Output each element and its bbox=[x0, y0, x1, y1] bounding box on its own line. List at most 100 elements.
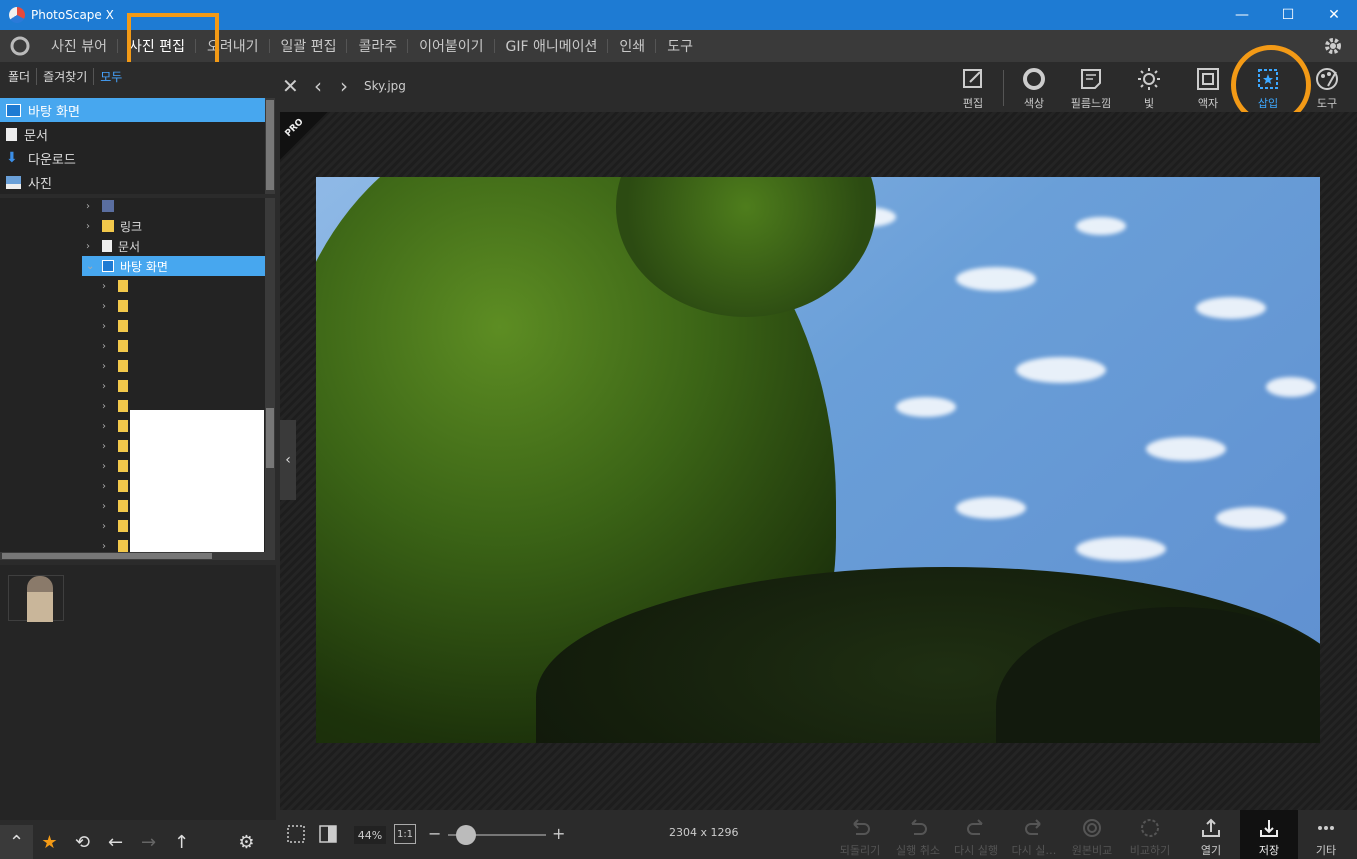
refresh-button[interactable]: ⟲ bbox=[66, 825, 99, 859]
tree-subfolder[interactable]: › bbox=[102, 296, 128, 316]
tree-subfolder[interactable]: › bbox=[102, 356, 128, 376]
tool-frame[interactable]: 액자 bbox=[1179, 66, 1237, 111]
menu-tools[interactable]: 도구 bbox=[655, 36, 704, 56]
chevron-right-icon: › bbox=[102, 320, 106, 332]
tree-item-desktop[interactable]: ⌄ 바탕 화면 bbox=[86, 256, 168, 276]
folder-icon bbox=[118, 360, 128, 372]
film-icon bbox=[1081, 69, 1101, 89]
close-button[interactable]: ✕ bbox=[1311, 0, 1357, 30]
tree-item-partial[interactable]: › bbox=[86, 198, 120, 216]
favorite-button[interactable]: ★ bbox=[33, 825, 66, 859]
thumbnail-image[interactable] bbox=[8, 575, 64, 622]
more-icon bbox=[1318, 826, 1334, 830]
save-icon bbox=[1260, 820, 1278, 837]
split-view-icon[interactable] bbox=[318, 824, 338, 844]
next-image-button[interactable]: › bbox=[340, 74, 348, 98]
folder-icon bbox=[118, 280, 128, 292]
tree-subfolder[interactable]: › bbox=[102, 376, 128, 396]
tree-subfolder[interactable]: › bbox=[102, 336, 128, 356]
tree-subfolder[interactable]: › bbox=[102, 476, 128, 496]
folder-icon bbox=[118, 520, 128, 532]
revert-icon bbox=[853, 819, 870, 835]
tree-subfolder[interactable]: › bbox=[102, 416, 128, 436]
revert-button[interactable]: 되돌리기 bbox=[831, 816, 889, 858]
tree-subfolder[interactable]: › bbox=[102, 396, 128, 416]
quick-item-pictures[interactable]: 사진 bbox=[0, 170, 265, 194]
tree-subfolder[interactable]: › bbox=[102, 316, 128, 336]
desktop-icon bbox=[6, 103, 21, 117]
tree-item-links[interactable]: › 링크 bbox=[86, 216, 142, 236]
redo-all-button[interactable]: 다시 실… bbox=[1005, 816, 1063, 858]
chevron-right-icon: › bbox=[102, 480, 106, 492]
image-filename: Sky.jpg bbox=[364, 79, 406, 93]
tree-horizontal-scrollbar[interactable] bbox=[0, 552, 275, 560]
selection-icon[interactable] bbox=[286, 824, 306, 844]
chevron-right-icon: › bbox=[102, 520, 106, 532]
image-canvas[interactable]: PRO bbox=[280, 112, 1357, 810]
chevron-down-icon: ⌄ bbox=[86, 260, 95, 272]
forward-button[interactable]: → bbox=[132, 825, 165, 859]
open-share-button[interactable]: 열기 bbox=[1182, 816, 1240, 858]
tree-subfolder[interactable]: › bbox=[102, 436, 128, 456]
redo-button[interactable]: 다시 실행 bbox=[947, 816, 1005, 858]
chevron-right-icon: › bbox=[102, 280, 106, 292]
plus-icon: + bbox=[552, 824, 566, 843]
menu-photo-viewer[interactable]: 사진 뷰어 bbox=[40, 36, 118, 56]
tool-edit[interactable]: 편집 bbox=[944, 66, 1002, 111]
menu-collage[interactable]: 콜라주 bbox=[346, 36, 408, 56]
compare-original-button[interactable]: 원본비교 bbox=[1063, 816, 1121, 858]
close-image-button[interactable]: ✕ bbox=[282, 74, 299, 98]
zoom-in-button[interactable]: + bbox=[552, 824, 565, 843]
tool-color[interactable]: 색상 bbox=[1005, 66, 1063, 111]
chevron-right-icon: › bbox=[102, 420, 106, 432]
more-button[interactable]: 기타 bbox=[1297, 816, 1355, 858]
tab-favorites[interactable]: 즐겨찾기 bbox=[43, 67, 95, 85]
panel-settings-button[interactable]: ⚙ bbox=[230, 825, 263, 859]
maximize-button[interactable]: ☐ bbox=[1265, 0, 1311, 30]
chevron-right-icon: › bbox=[102, 340, 106, 352]
zoom-slider-knob[interactable] bbox=[456, 825, 476, 845]
tool-film[interactable]: 필름느낌 bbox=[1062, 66, 1120, 111]
quick-item-desktop[interactable]: 바탕 화면 bbox=[0, 98, 265, 122]
compare-button[interactable]: 비교하기 bbox=[1121, 816, 1179, 858]
up-folder-button[interactable]: ↑ bbox=[165, 825, 198, 859]
tree-subfolder[interactable]: › bbox=[102, 516, 128, 536]
tree-subfolder[interactable]: › bbox=[102, 536, 128, 552]
back-button[interactable]: ← bbox=[99, 825, 132, 859]
quick-item-downloads[interactable]: ⬇ 다운로드 bbox=[0, 146, 265, 170]
minimize-button[interactable]: — bbox=[1219, 0, 1265, 30]
compare2-icon bbox=[1141, 819, 1159, 837]
chevron-right-icon: › bbox=[86, 200, 90, 212]
tree-subfolder[interactable]: › bbox=[102, 456, 128, 476]
undo-button[interactable]: 실행 취소 bbox=[889, 816, 947, 858]
home-logo-button[interactable] bbox=[0, 30, 40, 62]
chevron-left-icon: ‹ bbox=[314, 74, 322, 98]
tree-item-documents[interactable]: › 문서 bbox=[86, 236, 140, 256]
menu-gif[interactable]: GIF 애니메이션 bbox=[493, 36, 609, 56]
tab-all[interactable]: 모두 bbox=[100, 68, 128, 85]
menu-print[interactable]: 인쇄 bbox=[607, 36, 656, 56]
sky-photo[interactable] bbox=[316, 177, 1320, 743]
menu-combine[interactable]: 이어붙이기 bbox=[407, 36, 494, 56]
image-dimensions: 2304 x 1296 bbox=[669, 826, 739, 839]
zoom-level[interactable]: 44% bbox=[354, 826, 386, 844]
menu-batch[interactable]: 일괄 편집 bbox=[268, 36, 348, 56]
tab-folders[interactable]: 폴더 bbox=[8, 67, 38, 85]
quick-scrollbar[interactable] bbox=[265, 98, 275, 194]
actual-size-button[interactable]: 1:1 bbox=[394, 824, 416, 844]
desktop-icon bbox=[102, 260, 114, 272]
zoom-out-button[interactable]: − bbox=[428, 824, 441, 843]
tree-subfolder[interactable]: › bbox=[102, 496, 128, 516]
tree-scrollbar[interactable] bbox=[265, 198, 275, 552]
collapse-left-panel-button[interactable]: ‹ bbox=[280, 420, 296, 500]
quick-item-documents[interactable]: 문서 bbox=[0, 122, 265, 146]
tree-subfolder[interactable]: › bbox=[102, 276, 128, 296]
save-button[interactable]: 저장 bbox=[1240, 810, 1298, 859]
settings-gear-icon[interactable] bbox=[1323, 36, 1343, 56]
prev-image-button[interactable]: ‹ bbox=[314, 74, 322, 98]
light-icon bbox=[1138, 68, 1160, 90]
document-icon bbox=[6, 127, 17, 141]
chevron-right-icon: › bbox=[102, 460, 106, 472]
collapse-up-button[interactable]: ⌃ bbox=[0, 825, 33, 859]
tool-light[interactable]: 빛 bbox=[1120, 66, 1178, 111]
